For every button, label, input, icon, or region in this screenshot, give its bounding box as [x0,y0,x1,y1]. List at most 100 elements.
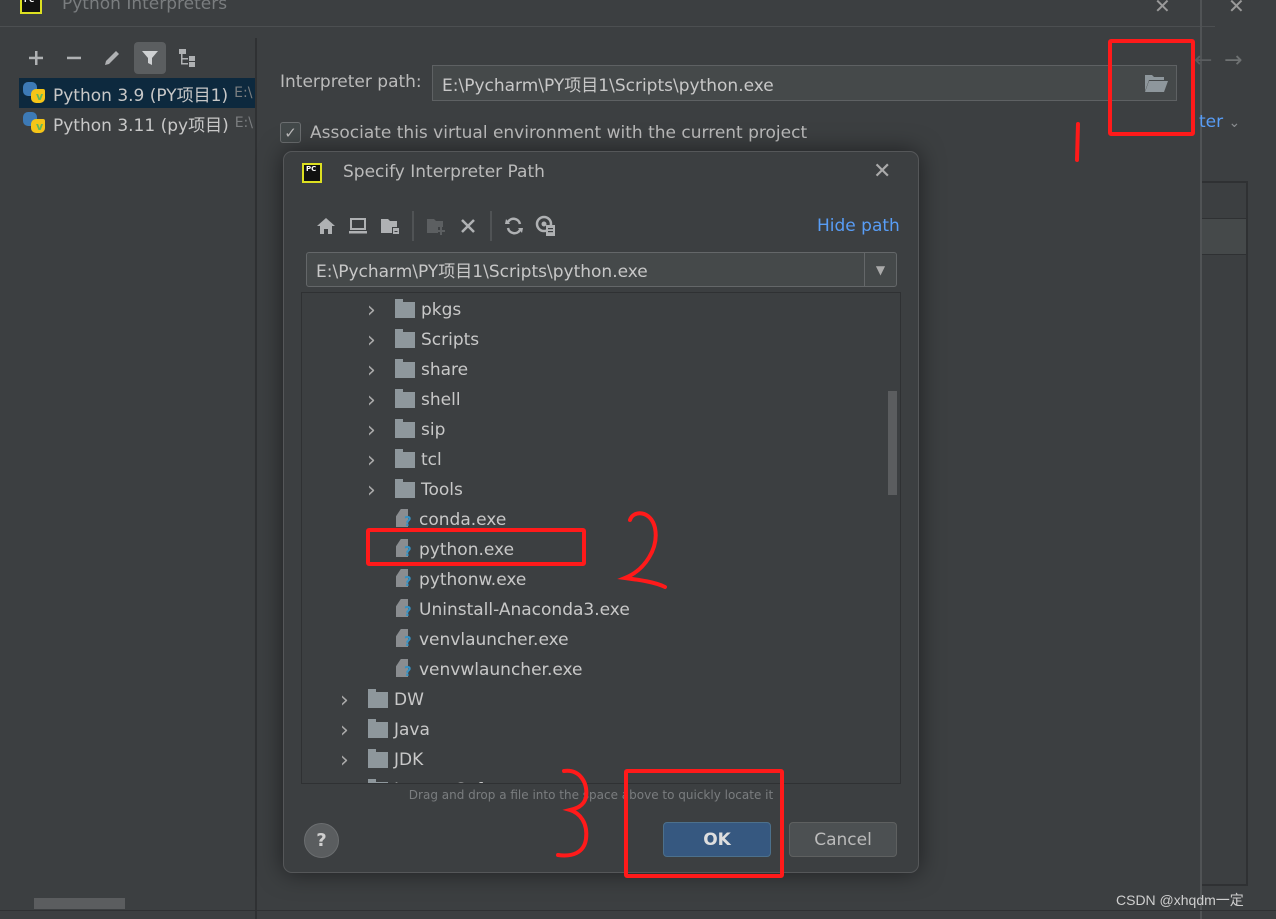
chevron-right-icon[interactable]: › [367,358,381,383]
tree-item-label: pkgs [421,300,462,320]
tree-file-item[interactable]: ? python.exe [395,535,514,565]
chevron-right-icon[interactable]: › [340,718,354,743]
tree-vertical-scrollbar[interactable] [888,391,897,495]
watermark: CSDN @xhqdm一定 [1116,892,1244,908]
folder-icon [368,779,388,783]
unknown-file-icon: ? [395,539,413,561]
browse-folder-button[interactable] [1143,72,1169,94]
tree-file-item[interactable]: ? conda.exe [395,505,506,535]
chevron-right-icon[interactable]: › [367,478,381,503]
tree-item-label: shell [421,390,461,410]
refresh-button[interactable] [498,210,530,242]
chevron-right-icon[interactable]: › [340,688,354,713]
tree-folder-item[interactable]: › share [367,355,468,385]
chevron-right-icon[interactable]: › [367,418,381,443]
tree-folder-item[interactable]: › DW [340,685,424,715]
tree-folder-item[interactable]: › sip [367,415,445,445]
interpreter-path-label: Interpreter path: [280,72,422,92]
hide-path-link[interactable]: Hide path [817,216,900,236]
desktop-directory-button[interactable] [342,210,374,242]
tree-icon [179,49,195,67]
window-title: Python Interpreters [62,0,228,14]
tree-folder-item[interactable]: › shell [367,385,461,415]
chevron-right-icon[interactable]: › [340,778,354,784]
tree-item-label: Java [394,720,430,740]
tree-file-item[interactable]: ? pythonw.exe [395,565,526,595]
tree-item-label: Tools [421,480,463,500]
pycharm-logo-icon: PC [302,163,322,183]
refresh-icon [505,217,523,235]
ok-button[interactable]: OK [663,822,771,857]
window-close-button[interactable]: ✕ [1154,0,1171,18]
packages-table-row[interactable] [1202,219,1246,255]
tree-file-item[interactable]: ? venvlauncher.exe [395,625,569,655]
show-all-link[interactable]: ter ⌄ [1199,112,1240,132]
filter-button[interactable] [134,42,166,74]
show-hidden-files-button[interactable] [530,210,562,242]
dialog-path-combobox[interactable]: E:\Pycharm\PY项目1\Scripts\python.exe ▼ [306,252,897,287]
link-text: ter [1199,112,1224,132]
tree-folder-item[interactable]: › LenovoSoftstore [340,775,532,784]
tree-item-label: venvwlauncher.exe [419,660,583,680]
associate-venv-checkbox[interactable]: ✓ Associate this virtual environment wit… [280,122,807,143]
specify-interpreter-path-dialog: PC Specify Interpreter Path ✕ Hide path … [283,151,919,873]
delete-button[interactable] [452,210,484,242]
interpreter-item[interactable]: v Python 3.9 (PY项目1) E:\ [19,78,255,108]
project-folder-icon [381,219,399,234]
chevron-down-icon: ⌄ [1228,115,1241,131]
cancel-button[interactable]: Cancel [789,822,897,857]
project-directory-button[interactable] [374,210,406,242]
folder-icon [395,299,415,318]
interpreter-path: E:\ [234,115,253,131]
unknown-file-icon: ? [395,509,413,531]
tree-file-item[interactable]: ? venvwlauncher.exe [395,655,583,685]
back-arrow-icon[interactable]: ← [1194,48,1212,73]
dialog-close-button[interactable]: ✕ [873,159,891,184]
unknown-file-icon: ? [395,659,413,681]
edit-interpreter-button[interactable] [96,42,128,74]
dialog-path-input[interactable]: E:\Pycharm\PY项目1\Scripts\python.exe [307,257,864,282]
home-icon [317,218,335,234]
associate-venv-label: Associate this virtual environment with … [310,122,808,143]
tree-file-item[interactable]: ? Uninstall-Anaconda3.exe [395,595,630,625]
bottom-divider [0,910,1276,911]
chevron-right-icon[interactable]: › [340,748,354,773]
tree-folder-item[interactable]: › Java [340,715,430,745]
chevron-right-icon[interactable]: › [367,388,381,413]
toolbar-separator [412,211,414,241]
dropdown-arrow-icon[interactable]: ▼ [864,253,896,286]
chevron-right-icon[interactable]: › [367,298,381,323]
show-paths-button[interactable] [172,42,204,74]
panel-divider [255,38,257,919]
interpreter-path-input[interactable]: E:\Pycharm\PY项目1\Scripts\python.exe [432,65,1177,101]
chevron-right-icon[interactable]: › [367,328,381,353]
new-folder-button[interactable] [420,210,452,242]
chevron-right-icon[interactable]: › [367,448,381,473]
tree-item-label: share [421,360,469,380]
folder-icon [395,479,415,498]
tree-folder-item[interactable]: › tcl [367,445,442,475]
delete-icon [461,219,475,233]
interpreter-name: Python 3.11 (py项目) [53,115,229,136]
tree-folder-item[interactable]: › Scripts [367,325,479,355]
tree-folder-item[interactable]: › Tools [367,475,463,505]
forward-arrow-icon[interactable]: → [1224,48,1242,73]
tree-folder-item[interactable]: › pkgs [367,295,461,325]
settings-close-button[interactable]: ✕ [1228,0,1245,18]
desktop-icon [349,218,367,234]
packages-table [1202,181,1248,886]
remove-interpreter-button[interactable] [58,42,90,74]
home-directory-button[interactable] [310,210,342,242]
interpreter-name: Python 3.9 (PY项目1) [53,85,229,106]
tree-folder-item[interactable]: › JDK [340,745,423,775]
interpreter-item[interactable]: v Python 3.11 (py项目) E:\ [19,108,255,138]
interpreter-list: v Python 3.9 (PY项目1) E:\ v Python 3.11 (… [19,78,255,138]
minus-icon [67,56,81,60]
horizontal-scrollbar[interactable] [34,898,125,909]
add-interpreter-button[interactable] [20,42,52,74]
packages-table-header [1202,183,1246,219]
unknown-file-icon: ? [395,599,413,621]
tree-item-label: LenovoSoftstore [394,780,532,783]
help-button[interactable]: ? [304,823,339,858]
plus-icon [29,51,43,65]
